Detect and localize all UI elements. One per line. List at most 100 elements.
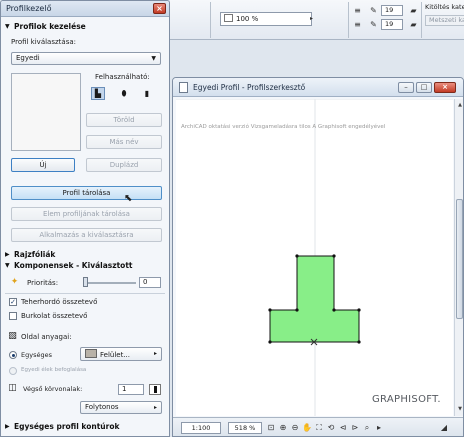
lines-icon[interactable]: ≡ <box>353 20 362 30</box>
section-profiles-header[interactable]: ▼ Profilok kezelése <box>1 21 169 32</box>
new-button[interactable]: Új <box>11 158 75 172</box>
line-type-value: Folytonos <box>85 403 119 411</box>
pen-icon[interactable]: ✎ <box>369 6 378 16</box>
contour-icon: ◫ <box>8 383 17 393</box>
triangle-down-icon: ▼ <box>5 23 10 30</box>
scrollbar-thumb[interactable] <box>456 199 463 319</box>
editor-title: Egyedi Profil - Profilszerkesztő <box>193 83 306 92</box>
toolbar-separator <box>210 2 211 38</box>
zoom-in-icon[interactable]: ⊕ <box>278 422 288 434</box>
chevron-right-icon[interactable]: ▸ <box>310 15 313 22</box>
profile-node[interactable] <box>357 308 361 312</box>
vertical-scrollbar[interactable]: ▲ ▼ <box>454 99 463 416</box>
cladding-label: Burkolat összetevő <box>21 312 88 320</box>
priority-slider-track <box>84 282 136 284</box>
uniform-radio[interactable] <box>9 351 17 359</box>
section-drawing-header[interactable]: ▶ Rajzfóliák <box>1 249 169 260</box>
profile-node[interactable] <box>268 340 272 344</box>
profile-node[interactable] <box>295 254 299 258</box>
load-bearing-label: Teherhordó összetevő <box>21 298 98 306</box>
profile-node[interactable] <box>332 254 336 258</box>
custom-edges-label: Egyedi élek befoglalása <box>21 367 87 373</box>
wall-icon[interactable]: ▙ <box>91 87 105 100</box>
editor-canvas[interactable]: ArchiCAD oktatási verzió Vizsgameladásra… <box>176 99 453 416</box>
pen-field-2[interactable]: 19 <box>381 19 403 30</box>
profile-preview <box>11 73 81 151</box>
duplicate-button[interactable]: Duplázd <box>86 158 162 172</box>
section-components-header[interactable]: ▼ Komponensek - Kiválasztott <box>1 260 169 271</box>
surface-swatch <box>85 349 97 358</box>
close-icon[interactable]: × <box>434 82 456 93</box>
triangle-right-icon: ▶ <box>5 251 10 258</box>
priority-slider-thumb[interactable] <box>83 277 88 287</box>
pen-swatch[interactable] <box>149 384 161 395</box>
profile-node[interactable] <box>357 340 361 344</box>
material-icon: ▧ <box>8 331 17 341</box>
triangle-right-icon: ▸ <box>153 404 157 411</box>
editor-titlebar: Egyedi Profil - Profilszerkesztő – □ × <box>173 78 463 97</box>
custom-edges-radio[interactable] <box>9 367 17 375</box>
maximize-icon[interactable]: □ <box>416 82 432 93</box>
zoom-field[interactable]: 518 % <box>228 422 262 434</box>
top-toolbar: 100 % ▸ ≡ ≡ ✎ ✎ 19 19 ▰ ▰ Kitöltés kate … <box>170 0 464 40</box>
surface-dropdown[interactable]: Felület... ▸ <box>80 347 162 361</box>
previous-zoom-icon[interactable]: ⊲ <box>338 422 348 434</box>
pen-swatch-fill <box>154 386 157 393</box>
fill-bucket-icon[interactable]: ▰ <box>409 20 418 30</box>
editor-statusbar: 1:100 518 % ⊡ ⊕ ⊖ ✋ ⛶ ⟲ ⊲ ⊳ ⌕ ▸ ◢ <box>173 417 463 436</box>
profile-node[interactable] <box>295 308 299 312</box>
surface-value: Felület... <box>100 351 131 359</box>
section-profiles-label: Profilok kezelése <box>14 22 86 31</box>
load-bearing-checkbox[interactable]: ✓ <box>9 298 17 306</box>
scale-field[interactable]: 1:100 <box>181 422 221 434</box>
line-type-dropdown[interactable]: Folytonos ▸ <box>80 401 162 414</box>
minimize-icon[interactable]: – <box>398 82 414 93</box>
graphisoft-logo: GRAPHISOFT. <box>372 394 441 405</box>
beam-icon[interactable]: ⬮ <box>117 87 131 100</box>
profile-node[interactable] <box>332 308 336 312</box>
delete-button[interactable]: Töröld <box>86 113 162 127</box>
zoom-value: 100 % <box>236 15 259 23</box>
profile-select-value: Egyedi <box>16 54 40 62</box>
apply-selection-button[interactable]: Alkalmazás a kiválasztásra <box>11 228 162 242</box>
panel-titlebar: Profilkezelő × <box>1 1 169 17</box>
zoom-out-icon[interactable]: ⊖ <box>290 422 300 434</box>
profile-node[interactable] <box>268 308 272 312</box>
fill-bucket-icon[interactable]: ▰ <box>409 6 418 16</box>
priority-field[interactable]: 0 <box>139 277 161 288</box>
zoom-marquee-icon[interactable]: ⊡ <box>266 422 276 434</box>
profile-select-dropdown[interactable]: Egyedi ▼ <box>11 52 161 65</box>
zoom-dropdown[interactable]: 100 % <box>220 12 312 26</box>
cladding-checkbox[interactable] <box>9 312 17 320</box>
white-swatch-icon <box>224 14 233 22</box>
divider <box>5 293 165 294</box>
search-icon[interactable]: ⌕ <box>362 422 372 434</box>
pan-icon[interactable]: ✋ <box>302 422 312 434</box>
priority-label: Prioritás: <box>27 279 59 287</box>
section-components-label: Komponensek - Kiválasztott <box>14 261 133 270</box>
end-contours-field[interactable]: 1 <box>118 384 144 395</box>
toolbar-separator <box>421 2 422 38</box>
store-profile-button[interactable]: Profil tárolása <box>11 186 162 200</box>
store-element-profile-button[interactable]: Elem profiljának tárolása <box>11 207 162 221</box>
select-label: Profil kiválasztása: <box>11 38 76 46</box>
document-icon <box>179 82 188 93</box>
profile-shape[interactable] <box>269 255 360 343</box>
rotate-icon[interactable]: ⟲ <box>326 422 336 434</box>
next-zoom-icon[interactable]: ⊳ <box>350 422 360 434</box>
chevron-right-icon[interactable]: ▸ <box>374 422 384 434</box>
pen-icon[interactable]: ✎ <box>369 20 378 30</box>
scroll-down-icon[interactable]: ▼ <box>456 405 463 413</box>
scroll-up-icon[interactable]: ▲ <box>456 101 463 109</box>
usable-label: Felhasználható: <box>95 73 150 81</box>
lines-icon[interactable]: ≡ <box>353 6 362 16</box>
section-uniform-header[interactable]: ▶ Egységes profil kontúrok <box>1 421 169 432</box>
close-icon[interactable]: × <box>153 3 166 14</box>
resize-grip-icon[interactable]: ◢ <box>439 422 449 434</box>
column-icon[interactable]: ▮ <box>140 87 154 100</box>
rename-button[interactable]: Más név <box>86 135 162 149</box>
pen-field-1[interactable]: 19 <box>381 5 403 16</box>
priority-icon: ✦ <box>10 277 19 287</box>
triangle-down-icon: ▼ <box>5 262 10 269</box>
fit-window-icon[interactable]: ⛶ <box>314 422 324 434</box>
